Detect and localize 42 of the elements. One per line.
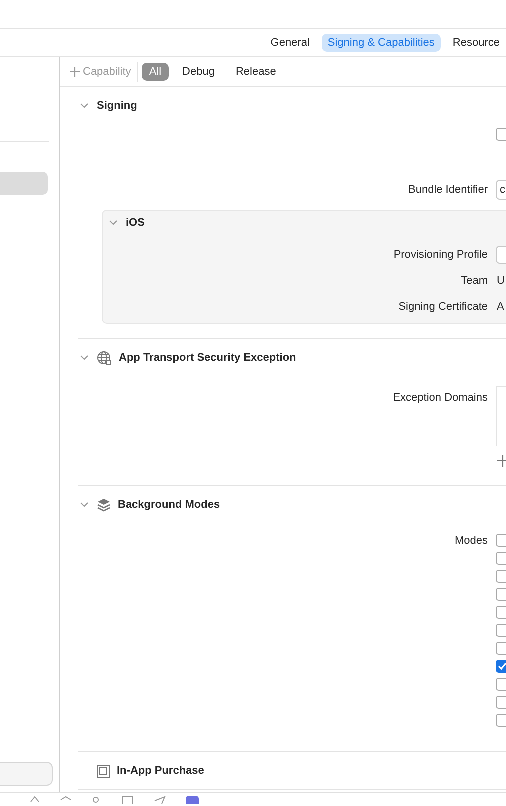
checkbox[interactable]	[496, 588, 506, 601]
section-title: Signing	[97, 100, 138, 112]
field-label: Bundle Identifier	[408, 184, 489, 196]
square-icon	[97, 764, 110, 778]
field-label: Team	[461, 275, 489, 287]
group-title: iOS	[126, 217, 145, 229]
filter-field[interactable]	[0, 762, 53, 786]
checkbox[interactable]	[496, 642, 506, 655]
app-icon[interactable]	[186, 796, 199, 804]
filter-tab[interactable]: Release	[228, 62, 284, 80]
add-icon[interactable]	[497, 455, 506, 467]
chevron-down-icon[interactable]	[80, 355, 88, 361]
field-label: Signing Certificate	[398, 301, 489, 313]
plus-icon	[70, 66, 80, 76]
checkbox[interactable]	[496, 714, 506, 727]
checkbox[interactable]	[496, 570, 506, 583]
checkbox[interactable]	[496, 678, 506, 691]
checkbox[interactable]	[496, 696, 506, 709]
filter-tab[interactable]: Debug	[176, 62, 222, 80]
field-value: U	[496, 275, 505, 287]
field-label: Modes	[454, 534, 489, 548]
globe-icon	[97, 350, 112, 366]
text-field[interactable]: c	[496, 180, 506, 200]
checkbox[interactable]	[496, 660, 506, 673]
checkbox[interactable]	[496, 552, 506, 565]
chevron-down-icon[interactable]	[80, 502, 88, 508]
chevron-down-icon[interactable]	[108, 220, 118, 226]
checkbox[interactable]	[496, 624, 506, 637]
tab[interactable]: General	[264, 34, 316, 52]
popup-button[interactable]	[496, 246, 506, 264]
section-title: Background Modes	[118, 499, 220, 511]
checkbox[interactable]	[496, 534, 506, 547]
section-title: In-App Purchase	[117, 765, 204, 777]
tab[interactable]: Resource	[446, 34, 506, 52]
field-label: Provisioning Profile	[394, 249, 489, 261]
domains-table	[496, 386, 506, 446]
field-label: Exception Domains	[393, 391, 489, 404]
checkbox[interactable]	[496, 128, 506, 140]
field-value: A	[496, 301, 504, 313]
checkbox[interactable]	[496, 606, 506, 619]
section-title: App Transport Security Exception	[119, 352, 296, 364]
chevron-down-icon[interactable]	[80, 103, 88, 109]
